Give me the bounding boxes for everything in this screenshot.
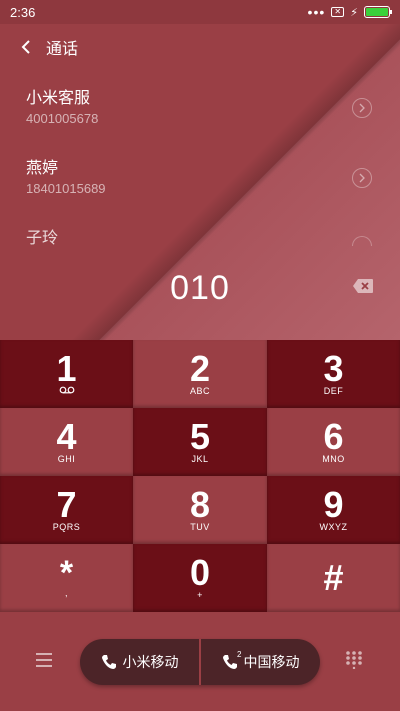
key-digit: 5 [189, 415, 211, 457]
key-8[interactable]: 8 TUV [133, 476, 267, 544]
key-digit: 1 [56, 347, 77, 389]
key-hash[interactable]: # [267, 544, 400, 612]
list-item[interactable]: 小米客服 4001005678 [0, 82, 400, 152]
dial-display: 010 [0, 264, 400, 312]
key-letters: PQRS [52, 521, 81, 532]
contact-number: 18401015689 [26, 181, 106, 196]
phone-icon [101, 654, 117, 670]
call-button-group: 小米移动 2 中国移动 [80, 639, 320, 685]
contact-name: 子玲 [26, 230, 59, 247]
key-letters: JKL [191, 453, 209, 464]
key-digit: 7 [56, 483, 77, 525]
key-digit: * [59, 553, 74, 592]
status-icons: ••• ✕ ⚡ [307, 4, 392, 20]
key-1[interactable]: 1 [0, 340, 133, 408]
key-letters: , [64, 587, 68, 598]
status-time: 2:36 [10, 4, 36, 20]
key-6[interactable]: 6 MNO [267, 408, 400, 476]
key-digit: 2 [189, 347, 211, 389]
contact-name: 小米客服 [26, 90, 91, 107]
key-9[interactable]: 9 WXYZ [267, 476, 400, 544]
page-title: 通话 [46, 41, 79, 58]
key-digit: 0 [189, 551, 211, 593]
dialed-number: 010 [170, 268, 230, 307]
sim-index: 2 [237, 650, 242, 659]
key-digit: 4 [56, 415, 77, 457]
key-letters: WXYZ [319, 521, 348, 532]
bottom-bar: 小米移动 2 中国移动 [0, 612, 400, 711]
key-digit: # [323, 557, 344, 598]
contact-list: 小米客服 4001005678 燕婷 18401015689 子玲 [0, 82, 400, 292]
key-letters: TUV [190, 521, 210, 532]
battery-icon [364, 6, 392, 18]
key-7[interactable]: 7 PQRS [0, 476, 133, 544]
sim2-label: 中国移动 [243, 654, 300, 670]
key-0[interactable]: 0 + [133, 544, 267, 612]
chevron-right-icon[interactable] [352, 168, 372, 188]
chevron-left-icon[interactable] [16, 37, 36, 57]
call-sim2-button[interactable]: 2 中国移动 [199, 639, 320, 685]
menu-icon[interactable] [34, 652, 54, 668]
key-4[interactable]: 4 GHI [0, 408, 133, 476]
key-2[interactable]: 2 ABC [133, 340, 267, 408]
list-item[interactable]: 燕婷 18401015689 [0, 152, 400, 222]
chevron-right-icon[interactable] [352, 98, 372, 118]
notification-dots-icon: ••• [307, 4, 326, 20]
key-digit: 3 [323, 347, 344, 389]
key-letters: + [197, 589, 203, 600]
no-sim-icon: ✕ [331, 7, 345, 17]
key-5[interactable]: 5 JKL [133, 408, 267, 476]
status-bar: 2:36 ••• ✕ ⚡ [0, 0, 400, 24]
sim1-label: 小米移动 [122, 654, 179, 670]
voicemail-icon [59, 386, 75, 397]
phone-icon: 2 [222, 650, 242, 670]
header: 通话 [0, 24, 400, 70]
keypad: 1 2 ABC 3 DEF 4 GHI 5 JKL 6 MNO 7 PQRS 8… [0, 340, 400, 612]
call-sim1-button[interactable]: 小米移动 [80, 639, 199, 685]
key-letters: DEF [323, 385, 344, 396]
contact-number: 4001005678 [26, 111, 99, 126]
contact-name: 燕婷 [26, 160, 59, 177]
key-letters: GHI [57, 453, 76, 464]
dialpad-icon[interactable] [345, 651, 363, 670]
bolt-icon: ⚡ [350, 6, 358, 19]
key-digit: 9 [323, 483, 344, 525]
key-3[interactable]: 3 DEF [267, 340, 400, 408]
key-letters: MNO [322, 453, 345, 464]
key-digit: 6 [323, 415, 344, 457]
key-digit: 8 [189, 483, 211, 525]
contact-suggestions-area: 通话 小米客服 4001005678 燕婷 18401015689 子玲 010 [0, 24, 400, 340]
key-star[interactable]: * , [0, 544, 133, 612]
backspace-icon[interactable] [352, 278, 374, 294]
key-letters: ABC [189, 385, 210, 396]
